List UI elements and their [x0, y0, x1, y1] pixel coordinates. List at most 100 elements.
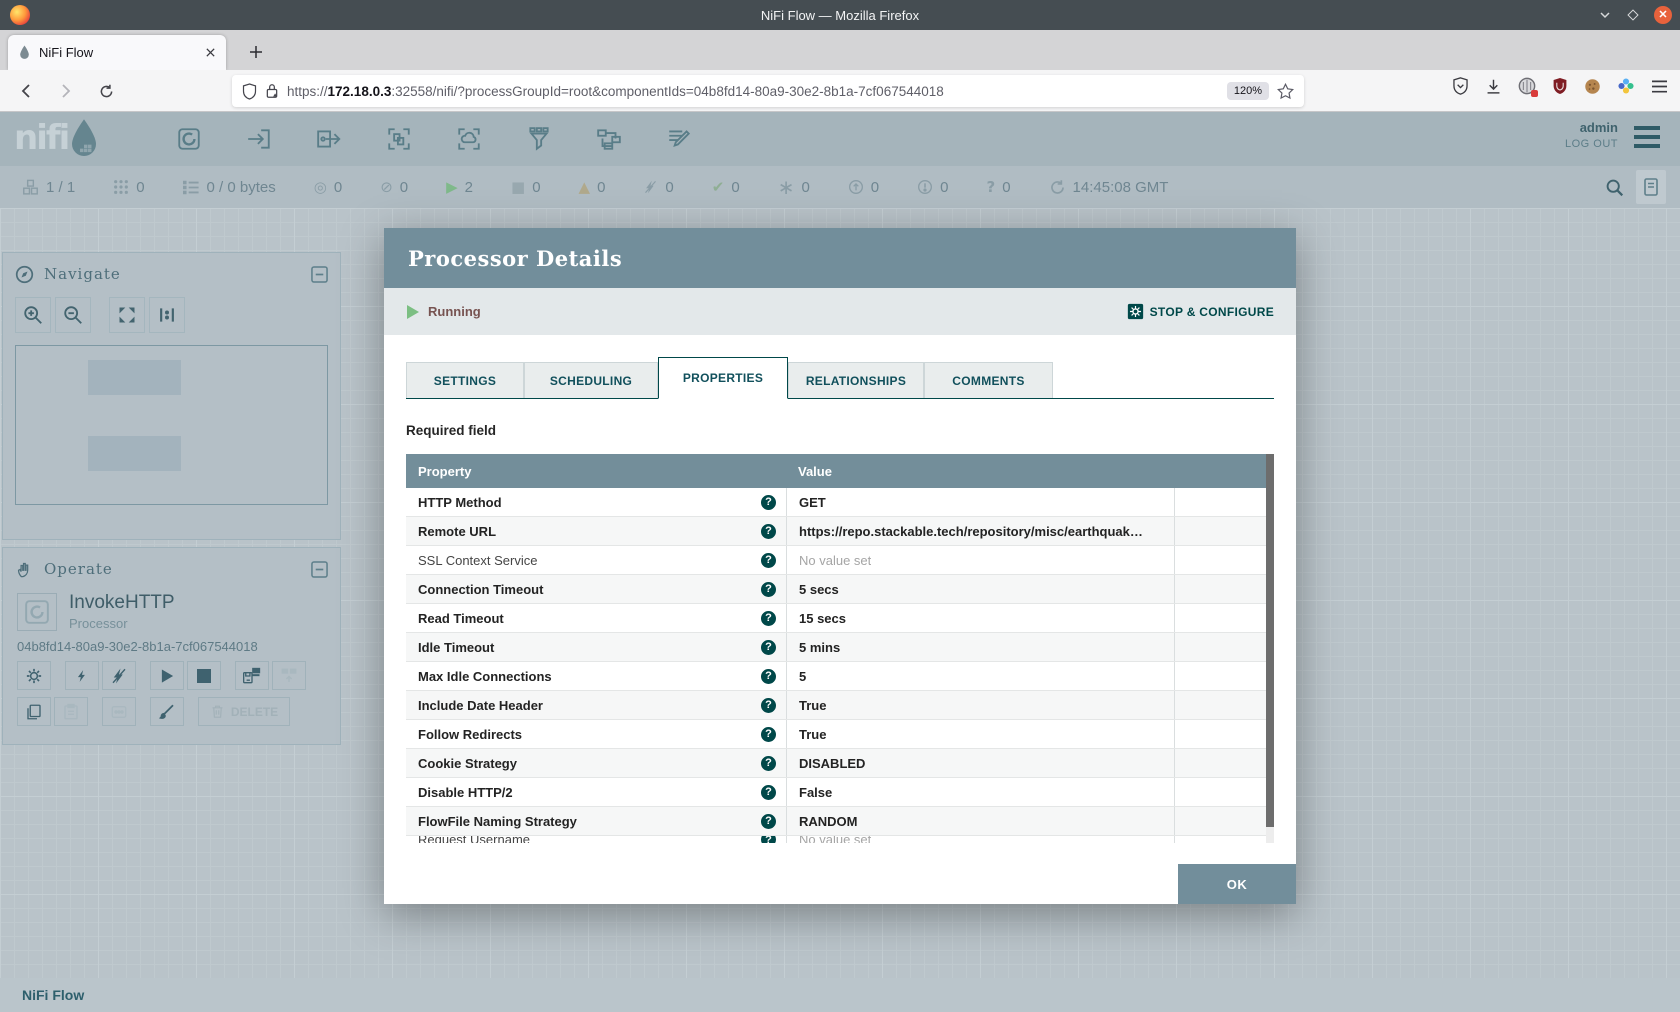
pocket-shield-icon[interactable]: [1452, 77, 1469, 95]
tab-settings[interactable]: SETTINGS: [406, 362, 524, 398]
ok-button[interactable]: OK: [1178, 864, 1296, 904]
color-brush-button[interactable]: [150, 697, 184, 726]
enable-lightning-button[interactable]: [65, 661, 99, 690]
funnel-icon[interactable]: [518, 119, 560, 159]
disable-lightning-button[interactable]: [102, 661, 136, 690]
bookmark-star-icon[interactable]: [1277, 83, 1294, 100]
help-icon[interactable]: ?: [761, 785, 776, 800]
tab-comments[interactable]: COMMENTS: [924, 362, 1053, 398]
input-port-icon[interactable]: [238, 119, 280, 159]
property-row[interactable]: HTTP Method?GET: [406, 488, 1274, 517]
property-row[interactable]: Max Idle Connections?5: [406, 662, 1274, 691]
invalid-icon: ▲: [579, 180, 591, 195]
help-icon[interactable]: ?: [761, 698, 776, 713]
property-row[interactable]: FlowFile Naming Strategy?RANDOM: [406, 807, 1274, 836]
run-status-label: Running: [428, 304, 481, 319]
property-row[interactable]: Connection Timeout?5 secs: [406, 575, 1274, 604]
process-group-icon[interactable]: [378, 119, 420, 159]
delete-button[interactable]: DELETE: [198, 697, 290, 726]
processor-icon[interactable]: [168, 119, 210, 159]
copy-button[interactable]: [17, 697, 51, 726]
search-icon[interactable]: [1605, 178, 1624, 197]
collapse-operate-icon[interactable]: [311, 561, 328, 578]
property-row[interactable]: SSL Context Service?No value set: [406, 546, 1274, 575]
property-row[interactable]: Disable HTTP/2?False: [406, 778, 1274, 807]
help-icon[interactable]: ?: [761, 495, 776, 510]
actual-size-button[interactable]: [149, 297, 185, 333]
help-icon[interactable]: ?: [761, 669, 776, 684]
zoom-out-button[interactable]: [55, 297, 91, 333]
zoom-in-button[interactable]: [15, 297, 51, 333]
settings-panel-toggle[interactable]: [1636, 170, 1666, 204]
birdseye-minimap[interactable]: [15, 345, 328, 505]
global-menu-icon[interactable]: [1632, 124, 1662, 150]
pinwheel-extension-icon[interactable]: [1617, 77, 1635, 95]
help-icon[interactable]: ?: [761, 611, 776, 626]
locally-modified-icon: ∗: [778, 177, 795, 197]
browser-tab[interactable]: NiFi Flow: [8, 35, 226, 70]
zoom-in-icon: [22, 304, 44, 326]
disabled-icon: [643, 179, 658, 195]
property-row[interactable]: Include Date Header?True: [406, 691, 1274, 720]
stop-button[interactable]: [187, 661, 221, 690]
fit-view-button[interactable]: [109, 297, 145, 333]
ublock-shield-icon[interactable]: [1552, 77, 1568, 95]
collapse-navigate-icon[interactable]: [311, 266, 328, 283]
tab-properties[interactable]: PROPERTIES: [658, 357, 788, 399]
property-row[interactable]: Cookie Strategy?DISABLED: [406, 749, 1274, 778]
logout-link[interactable]: LOG OUT: [1565, 138, 1618, 150]
close-window-icon[interactable]: ✕: [1654, 6, 1672, 24]
tab-close-icon[interactable]: [205, 47, 216, 58]
cookie-icon[interactable]: [1584, 78, 1601, 95]
help-icon[interactable]: ?: [761, 727, 776, 742]
help-icon[interactable]: ?: [761, 814, 776, 829]
back-icon[interactable]: [12, 77, 40, 105]
status-disabled: 0: [643, 177, 673, 197]
breadcrumb[interactable]: NiFi Flow: [22, 987, 84, 1003]
selected-component-type: Processor: [69, 616, 175, 631]
property-row[interactable]: Idle Timeout?5 mins: [406, 633, 1274, 662]
remote-process-group-icon[interactable]: [448, 119, 490, 159]
url-bar[interactable]: https://172.18.0.3:32558/nifi/?processGr…: [232, 75, 1304, 107]
zoom-level-badge[interactable]: 120%: [1227, 82, 1269, 100]
stopped-icon: ■: [511, 180, 525, 195]
tab-relationships[interactable]: RELATIONSHIPS: [788, 362, 924, 398]
table-scrollbar[interactable]: [1266, 454, 1274, 843]
template-icon[interactable]: [588, 119, 630, 159]
help-icon[interactable]: ?: [761, 836, 776, 843]
output-port-icon[interactable]: [308, 119, 350, 159]
maximize-icon[interactable]: [1626, 8, 1640, 22]
property-row[interactable]: Follow Redirects?True: [406, 720, 1274, 749]
settings-gear-button[interactable]: [17, 661, 51, 690]
shield-icon[interactable]: [242, 83, 257, 100]
reload-icon[interactable]: [92, 77, 120, 105]
property-row[interactable]: Read Timeout?15 secs: [406, 604, 1274, 633]
lock-icon[interactable]: [265, 83, 279, 99]
tab-scheduling[interactable]: SCHEDULING: [524, 362, 658, 398]
start-button[interactable]: [150, 661, 184, 690]
refresh-icon[interactable]: [1049, 179, 1066, 196]
save-template-button[interactable]: [235, 661, 269, 690]
label-icon[interactable]: [658, 119, 700, 159]
menu-hamburger-icon[interactable]: [1651, 79, 1668, 94]
new-tab-button[interactable]: [242, 38, 270, 66]
forward-icon[interactable]: [52, 77, 80, 105]
download-icon[interactable]: [1485, 78, 1502, 95]
properties-table: Property Value HTTP Method?GETRemote URL…: [406, 454, 1274, 843]
help-icon[interactable]: ?: [761, 640, 776, 655]
stop-and-configure-button[interactable]: STOP & CONFIGURE: [1127, 303, 1274, 320]
scrollbar-thumb[interactable]: [1266, 454, 1274, 827]
operate-panel: Operate InvokeHTTP Processor 04b8fd14-80…: [2, 547, 341, 745]
extension-disabled-icon[interactable]: [1518, 77, 1536, 95]
minimize-icon[interactable]: [1598, 8, 1612, 22]
zoom-out-icon: [62, 304, 84, 326]
help-icon[interactable]: ?: [761, 524, 776, 539]
property-column-header: Property: [406, 464, 786, 479]
selected-component-id[interactable]: 04b8fd14-80a9-30e2-8b1a-7cf067544018: [17, 639, 326, 654]
property-row[interactable]: Remote URL?https://repo.stackable.tech/r…: [406, 517, 1274, 546]
help-icon[interactable]: ?: [761, 756, 776, 771]
cluster-icon: [22, 179, 39, 196]
help-icon[interactable]: ?: [761, 553, 776, 568]
property-row[interactable]: Request Username?No value set: [406, 836, 1274, 843]
help-icon[interactable]: ?: [761, 582, 776, 597]
